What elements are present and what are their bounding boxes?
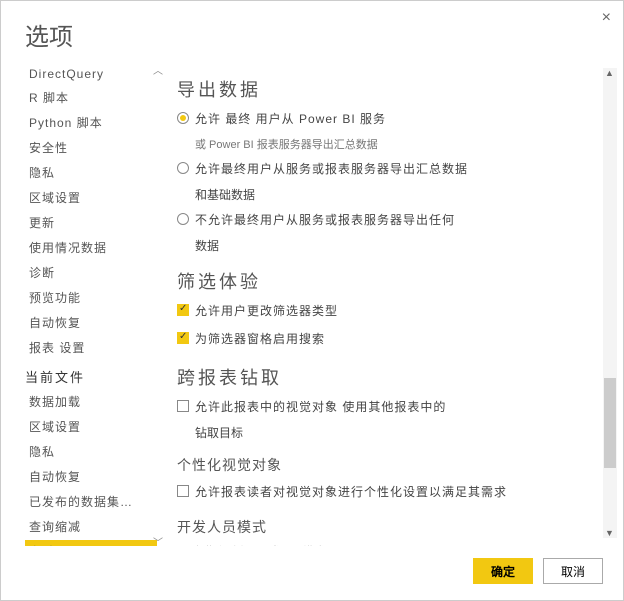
sidebar-item-regional-file[interactable]: 区域设置 [25,415,157,438]
sidebar-item-auto-recovery[interactable]: 自动恢复 [25,311,157,334]
sidebar-item-updates[interactable]: 更新 [25,211,157,234]
sidebar-item-usage-data[interactable]: 使用情况数据 [25,236,157,259]
checkbox-icon [177,304,189,316]
radio-label: 允许 最终 用户从 Power BI 服务 [195,110,386,128]
sidebar-item-data-load[interactable]: 数据加载 [25,390,157,413]
sidebar-item-security[interactable]: 安全性 [25,136,157,159]
scroll-down-icon[interactable]: ▼ [605,528,614,538]
sidebar-item-auto-recovery-file[interactable]: 自动恢复 [25,465,157,488]
radio-icon [177,162,189,174]
radio-export-summary[interactable]: 允许 最终 用户从 Power BI 服务 [177,108,595,130]
content-pane: 导出数据 允许 最终 用户从 Power BI 服务 或 Power BI 报表… [165,60,623,546]
check-label: 允许用户更改筛选器类型 [195,302,338,320]
check-filter-type[interactable]: 允许用户更改筛选器类型 [177,300,595,322]
radio-label-cont: 数据 [195,237,595,254]
scroll-up-icon[interactable]: ▲ [605,68,614,78]
sidebar-item-report-settings-global[interactable]: 报表 设置 [25,336,157,359]
sidebar-item-privacy-file[interactable]: 隐私 [25,440,157,463]
sidebar-item-regional[interactable]: 区域设置 [25,186,157,209]
options-dialog: × 选项 ︿ DirectQuery R 脚本 Python 脚本 安全性 隐私… [0,0,624,601]
radio-export-none[interactable]: 不允许最终用户从服务或报表服务器导出任何 [177,209,595,231]
check-drill-target[interactable]: 允许此报表中的视觉对象 使用其他报表中的 [177,396,595,418]
sidebar-category-current-file: 当前文件 [25,361,157,388]
section-export-title: 导出数据 [177,76,595,102]
radio-label: 允许最终用户从服务或报表服务器导出汇总数据 [195,160,468,178]
sidebar-item-published-datasets[interactable]: 已发布的数据集… [25,490,157,513]
dialog-body: ︿ DirectQuery R 脚本 Python 脚本 安全性 隐私 区域设置… [1,60,623,546]
section-dev-title: 开发人员模式 [177,517,595,537]
check-label-cont: 钻取目标 [195,424,595,441]
dialog-footer: 确定 取消 [1,546,623,600]
sidebar: ︿ DirectQuery R 脚本 Python 脚本 安全性 隐私 区域设置… [25,60,165,546]
check-label: 允许报表读者对视觉对象进行个性化设置以满足其需求 [195,483,507,501]
radio-icon [177,213,189,225]
check-label: 允许此报表中的视觉对象 使用其他报表中的 [195,398,446,416]
section-filter-title: 筛选体验 [177,268,595,294]
sidebar-item-python-script[interactable]: Python 脚本 [25,111,157,134]
section-drill-title: 跨报表钻取 [177,364,595,390]
checkbox-icon [177,485,189,497]
close-icon[interactable]: × [602,9,611,27]
radio-label: 不允许最终用户从服务或报表服务器导出任何 [195,211,455,229]
check-personalize[interactable]: 允许报表读者对视觉对象进行个性化设置以满足其需求 [177,481,595,503]
checkbox-icon [177,400,189,412]
radio-label-cont: 和基础数据 [195,186,595,203]
sidebar-item-r-script[interactable]: R 脚本 [25,86,157,109]
radio-export-summary-underlying[interactable]: 允许最终用户从服务或报表服务器导出汇总数据 [177,158,595,180]
check-label: 为筛选器窗格启用搜索 [195,330,325,348]
sidebar-item-privacy[interactable]: 隐私 [25,161,157,184]
sidebar-item-directquery[interactable]: DirectQuery [25,64,157,84]
checkbox-icon [177,332,189,344]
sidebar-item-diagnostics[interactable]: 诊断 [25,261,157,284]
check-filter-search[interactable]: 为筛选器窗格启用搜索 [177,328,595,350]
sidebar-item-preview[interactable]: 预览功能 [25,286,157,309]
scrollbar[interactable]: ▲ ▼ [603,68,617,538]
sidebar-item-report-settings[interactable]: 报表 设置 [25,540,157,546]
sidebar-item-query-reduction[interactable]: 查询缩减 [25,515,157,538]
ok-button[interactable]: 确定 [473,558,533,584]
radio-sub-label: 或 Power BI 报表服务器导出汇总数据 [195,136,595,152]
dev-sub-label: )为此会话启用开发人员模式 [189,543,595,546]
chevron-down-icon[interactable]: ﹀ [153,534,163,544]
scroll-thumb[interactable] [604,378,616,468]
radio-icon [177,112,189,124]
section-personal-title: 个性化视觉对象 [177,455,595,475]
dialog-title: 选项 [1,1,623,60]
cancel-button[interactable]: 取消 [543,558,603,584]
chevron-up-icon[interactable]: ︿ [153,62,163,72]
